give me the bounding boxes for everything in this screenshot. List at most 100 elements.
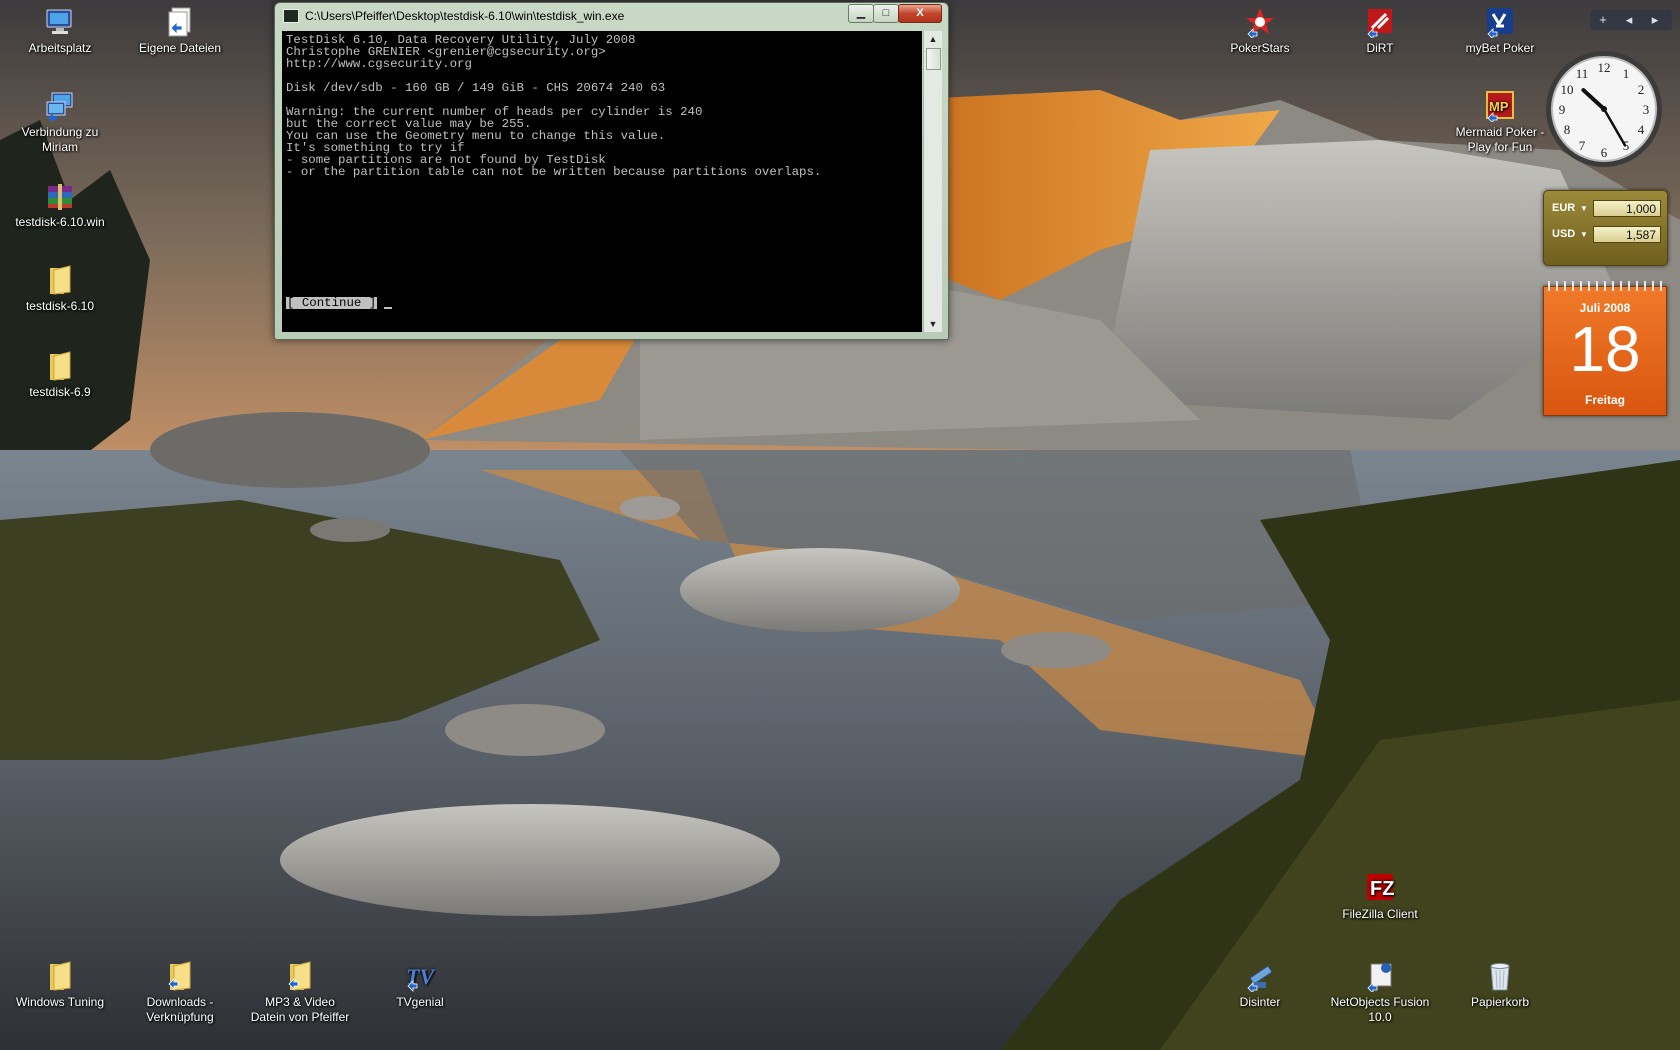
svg-text:7: 7 xyxy=(1579,138,1586,153)
currency-code: EUR xyxy=(1552,202,1576,214)
scroll-up-arrow-icon[interactable]: ▲ xyxy=(924,31,942,47)
icon-label: FileZilla Client xyxy=(1342,907,1418,921)
icon-label: PokerStars xyxy=(1230,41,1290,55)
currency-code: USD xyxy=(1552,228,1576,240)
previous-page-button[interactable]: ◂ xyxy=(1616,10,1642,30)
icon-label: testdisk-6.9 xyxy=(29,385,91,399)
calendar-rings xyxy=(1548,281,1662,291)
console-scrollbar[interactable]: ▲ ▼ xyxy=(923,31,942,332)
svg-text:8: 8 xyxy=(1564,122,1571,137)
icon-label: Disinter xyxy=(1239,995,1281,1009)
scroll-thumb[interactable] xyxy=(926,48,941,70)
icon-label: Windows Tuning xyxy=(15,995,105,1009)
desktop-icon-netobjects-fusion[interactable]: NetObjects Fusion 10.0 xyxy=(1328,960,1432,1025)
icon-label: TVgenial xyxy=(396,995,444,1009)
desktop-icon-downloads[interactable]: Downloads - Verknüpfung xyxy=(128,960,232,1025)
dirt-icon xyxy=(1364,6,1396,40)
desktop-icon-mp3-video[interactable]: MP3 & Video Datein von Pfeiffer xyxy=(248,960,352,1025)
icon-label: myBet Poker xyxy=(1465,41,1535,55)
desktop-icon-disinter[interactable]: Disinter xyxy=(1208,960,1312,1010)
scroll-down-arrow-icon[interactable]: ▼ xyxy=(924,316,942,332)
recycle-bin-icon xyxy=(1484,960,1516,992)
calendar-weekday: Freitag xyxy=(1584,393,1625,407)
desktop-icon-papierkorb[interactable]: Papierkorb xyxy=(1448,960,1552,1010)
testdisk-console-window[interactable]: C:\Users\Pfeiffer\Desktop\testdisk-6.10\… xyxy=(274,2,949,340)
folder-icon xyxy=(44,960,76,992)
desktop-icon-arbeitsplatz[interactable]: Arbeitsplatz xyxy=(8,6,112,56)
network-connection-icon xyxy=(44,90,76,123)
continue-button[interactable]: [ Continue ] xyxy=(286,297,378,309)
icon-label: testdisk-6.10 xyxy=(25,299,95,313)
svg-text:3: 3 xyxy=(1643,102,1650,117)
add-gadget-button[interactable]: + xyxy=(1590,10,1616,30)
calendar-gadget[interactable]: Juli 2008 18 Freitag xyxy=(1543,281,1667,416)
svg-text:11: 11 xyxy=(1576,66,1589,81)
icon-label: Arbeitsplatz xyxy=(28,41,92,55)
archive-icon xyxy=(44,180,76,212)
mybet-poker-icon xyxy=(1484,6,1516,40)
window-titlebar[interactable]: C:\Users\Pfeiffer\Desktop\testdisk-6.10\… xyxy=(275,3,948,29)
svg-text:2: 2 xyxy=(1638,82,1645,97)
currency-row-usd[interactable]: USD ▼ 1,587 xyxy=(1550,225,1662,245)
netobjects-icon xyxy=(1364,960,1396,994)
icon-label: Mermaid Poker - Play for Fun xyxy=(1455,125,1545,154)
icon-label: MP3 & Video Datein von Pfeiffer xyxy=(250,995,350,1024)
icon-label: DiRT xyxy=(1366,41,1394,55)
console-app-icon xyxy=(283,9,299,23)
pokerstars-icon xyxy=(1244,6,1276,40)
dropdown-arrow-icon[interactable]: ▼ xyxy=(1580,204,1588,213)
computer-icon xyxy=(44,6,76,38)
svg-text:9: 9 xyxy=(1559,102,1566,117)
desktop-icon-testdisk-6-10-win[interactable]: testdisk-6.10.win xyxy=(8,180,112,230)
desktop-icon-pokerstars[interactable]: PokerStars xyxy=(1208,6,1312,56)
folder-shortcut-icon xyxy=(164,960,196,992)
icon-label: Eigene Dateien xyxy=(138,41,222,55)
desktop-icon-filezilla[interactable]: FZ FileZilla Client xyxy=(1328,872,1432,922)
dropdown-arrow-icon[interactable]: ▼ xyxy=(1580,230,1588,239)
filezilla-icon: FZ xyxy=(1364,872,1396,904)
desktop-icon-windows-tuning[interactable]: Windows Tuning xyxy=(8,960,112,1010)
window-title: C:\Users\Pfeiffer\Desktop\testdisk-6.10\… xyxy=(305,9,625,23)
console-cursor xyxy=(384,307,392,309)
svg-text:4: 4 xyxy=(1638,122,1645,137)
minimize-button[interactable]: ▁ xyxy=(848,4,874,23)
desktop-icon-dirt[interactable]: DiRT xyxy=(1328,6,1432,56)
icon-label: Verbindung zu Miriam xyxy=(21,125,99,154)
clock-face-icon: 1212 345 678 91011 xyxy=(1546,51,1662,167)
svg-text:MP: MP xyxy=(1489,99,1509,114)
console-output[interactable]: TestDisk 6.10, Data Recovery Utility, Ju… xyxy=(282,31,922,332)
mermaid-poker-icon: MP xyxy=(1484,90,1516,124)
desktop-icon-eigene-dateien[interactable]: Eigene Dateien xyxy=(128,6,232,56)
calendar-day: 18 xyxy=(1569,313,1641,385)
desktop-icon-verbindung-zu-miriam[interactable]: Verbindung zu Miriam xyxy=(8,90,112,155)
desktop-icon-mybet-poker[interactable]: myBet Poker xyxy=(1448,6,1552,56)
currency-row-eur[interactable]: EUR ▼ 1,000 xyxy=(1550,199,1662,219)
folder-icon xyxy=(44,264,76,296)
svg-text:FZ: FZ xyxy=(1370,878,1394,900)
svg-text:12: 12 xyxy=(1598,60,1611,75)
svg-text:1: 1 xyxy=(1623,66,1630,81)
tvgenial-icon: TV xyxy=(404,960,436,992)
currency-value[interactable]: 1,000 xyxy=(1593,200,1661,217)
icon-label: testdisk-6.10.win xyxy=(15,215,105,229)
next-page-button[interactable]: ▸ xyxy=(1642,10,1668,30)
currency-value[interactable]: 1,587 xyxy=(1593,226,1661,243)
clock-gadget[interactable]: 1212 345 678 91011 xyxy=(1543,48,1665,170)
desktop-icon-tvgenial[interactable]: TV TVgenial xyxy=(368,960,472,1010)
folder-shortcut-icon xyxy=(284,960,316,992)
desktop-icon-testdisk-6-9[interactable]: testdisk-6.9 xyxy=(8,350,112,400)
console-text: TestDisk 6.10, Data Recovery Utility, Ju… xyxy=(286,33,822,179)
icon-label: NetObjects Fusion 10.0 xyxy=(1330,995,1430,1024)
close-button[interactable]: X xyxy=(898,4,942,23)
desktop-icon-mermaid-poker[interactable]: MP Mermaid Poker - Play for Fun xyxy=(1448,90,1552,155)
icon-label: Papierkorb xyxy=(1470,995,1530,1009)
currency-converter-gadget[interactable]: EUR ▼ 1,000 USD ▼ 1,587 xyxy=(1543,190,1668,266)
gadget-sidebar-controls: + ◂ ▸ xyxy=(1590,10,1672,30)
icon-label: Downloads - Verknüpfung xyxy=(146,995,214,1024)
desktop-icon-testdisk-6-10[interactable]: testdisk-6.10 xyxy=(8,264,112,314)
disinter-icon xyxy=(1244,960,1276,994)
svg-text:10: 10 xyxy=(1561,82,1574,97)
svg-text:6: 6 xyxy=(1601,145,1608,160)
maximize-button[interactable]: □ xyxy=(873,4,899,23)
documents-shortcut-icon xyxy=(164,6,196,38)
